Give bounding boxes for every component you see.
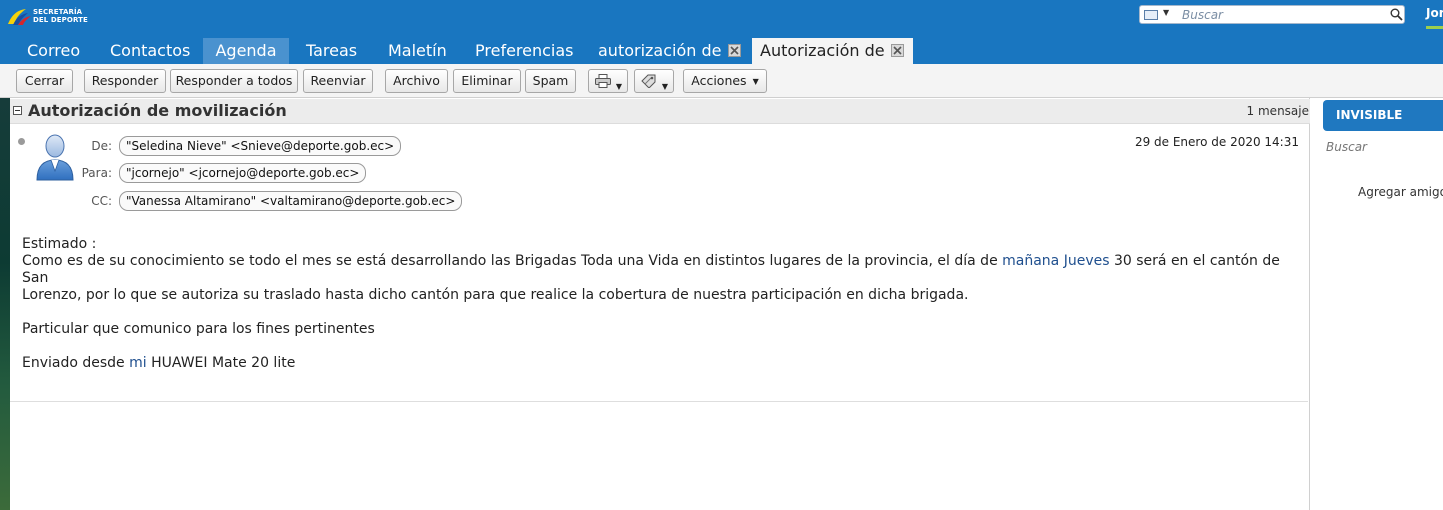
dropdown-caret-icon: ▼: [752, 77, 759, 86]
tab-autorizacion-1[interactable]: autorización de: [590, 38, 749, 64]
actions-button[interactable]: Acciones ▼: [683, 69, 767, 93]
chat-search[interactable]: Buscar: [1326, 140, 1367, 154]
logo-text: SECRETARÍA DEL DEPORTE: [33, 8, 88, 24]
tab-contactos[interactable]: Contactos: [102, 38, 198, 64]
reply-all-button[interactable]: Responder a todos: [170, 69, 298, 93]
search-icon[interactable]: [1390, 8, 1403, 21]
dropdown-caret-icon: ▼: [661, 82, 668, 91]
forward-button[interactable]: Reenviar: [303, 69, 373, 93]
global-search-box: ▼: [1139, 5, 1405, 24]
to-address[interactable]: "jcornejo" <jcornejo@deporte.gob.ec>: [119, 163, 367, 183]
chat-status-button[interactable]: INVISIBLE: [1323, 100, 1443, 131]
tab-autorizacion-2[interactable]: Autorización de: [752, 38, 913, 64]
tab-label: Maletín: [388, 41, 447, 60]
signature: Enviado desde mi HUAWEI Mate 20 lite: [22, 355, 1302, 372]
message-date: 29 de Enero de 2020 14:31: [1134, 135, 1299, 149]
logo-line1: SECRETARÍA: [33, 8, 83, 16]
tab-tareas[interactable]: Tareas: [298, 38, 365, 64]
tab-correo[interactable]: Correo: [19, 38, 88, 64]
tab-label: Tareas: [306, 41, 358, 60]
to-label: Para:: [81, 166, 112, 180]
conversation-header: Autorización de movilización 1 mensaje: [10, 99, 1310, 124]
reply-button[interactable]: Responder: [84, 69, 166, 93]
message-toolbar: Cerrar Responder Responder a todos Reenv…: [0, 64, 1443, 98]
add-friend-link[interactable]: Agregar amigo: [1358, 185, 1443, 199]
search-type-dropdown-icon[interactable]: ▼: [1163, 8, 1169, 17]
tag-icon: [641, 74, 656, 88]
tab-label: Preferencias: [475, 41, 574, 60]
body-paragraph-1-cont: Lorenzo, por lo que se autoriza su trasl…: [22, 287, 969, 303]
archive-button[interactable]: Archivo: [385, 69, 448, 93]
conversation-title: Autorización de movilización: [28, 101, 287, 120]
tab-label: Correo: [27, 41, 81, 60]
collapse-icon[interactable]: [13, 106, 22, 115]
logo-line2: DEL DEPORTE: [33, 16, 88, 24]
user-name[interactable]: Jor: [1426, 6, 1443, 20]
body-paragraph-1: Como es de su conocimiento se todo el me…: [22, 253, 1302, 287]
app-tabs: Correo Contactos Agenda Tareas Maletín P…: [0, 38, 1443, 64]
tab-label: Autorización de: [760, 41, 885, 60]
message-count: 1 mensaje: [1246, 104, 1309, 118]
tab-preferencias[interactable]: Preferencias: [467, 38, 582, 64]
close-button[interactable]: Cerrar: [16, 69, 73, 93]
mail-envelope-icon[interactable]: [1144, 10, 1158, 20]
unread-dot-icon[interactable]: [18, 138, 25, 145]
from-label: De:: [91, 139, 112, 153]
spam-button[interactable]: Spam: [525, 69, 576, 93]
body-paragraph-2: Particular que comunico para los fines p…: [22, 321, 375, 337]
cc-label: CC:: [91, 194, 112, 208]
body-text: Como es de su conocimiento se todo el me…: [22, 253, 1003, 269]
close-tab-icon[interactable]: [727, 44, 741, 57]
tab-agenda[interactable]: Agenda: [203, 38, 289, 64]
tab-maletin[interactable]: Maletín: [380, 38, 455, 64]
signature-text: HUAWEI Mate 20 lite: [146, 355, 296, 371]
message-body: Estimado : Como es de su conocimiento se…: [22, 236, 1302, 372]
greeting: Estimado :: [22, 236, 97, 252]
cc-address[interactable]: "Vanessa Altamirano" <valtamirano@deport…: [119, 191, 463, 211]
app-header: SECRETARÍA DEL DEPORTE ▼ Jor: [0, 0, 1443, 38]
from-address[interactable]: "Seledina Nieve" <Snieve@deporte.gob.ec>: [119, 136, 402, 156]
tab-label: Contactos: [110, 41, 191, 60]
signature-link[interactable]: mi: [129, 355, 147, 371]
user-status-bar: [1426, 26, 1443, 29]
reading-pane: Autorización de movilización 1 mensaje D…: [10, 98, 1310, 510]
delete-button[interactable]: Eliminar: [453, 69, 521, 93]
date-link[interactable]: mañana Jueves: [1002, 253, 1109, 269]
tab-label: Agenda: [215, 41, 277, 60]
tab-label: autorización de: [598, 41, 722, 60]
actions-label: Acciones: [691, 73, 747, 88]
secretaria-deporte-logo[interactable]: SECRETARÍA DEL DEPORTE: [6, 4, 96, 30]
chat-panel: INVISIBLE Buscar Agregar amigo: [1314, 98, 1443, 510]
close-tab-icon[interactable]: [890, 44, 904, 57]
print-icon: [595, 74, 611, 88]
logo-flag-icon: [8, 9, 31, 25]
message-separator: [10, 401, 1308, 402]
print-button[interactable]: ▼: [588, 69, 628, 93]
search-input[interactable]: [1182, 7, 1382, 23]
dropdown-caret-icon: ▼: [615, 82, 622, 91]
signature-text: Enviado desde: [22, 355, 130, 371]
background-strip: [0, 98, 10, 510]
tag-button[interactable]: ▼: [634, 69, 674, 93]
